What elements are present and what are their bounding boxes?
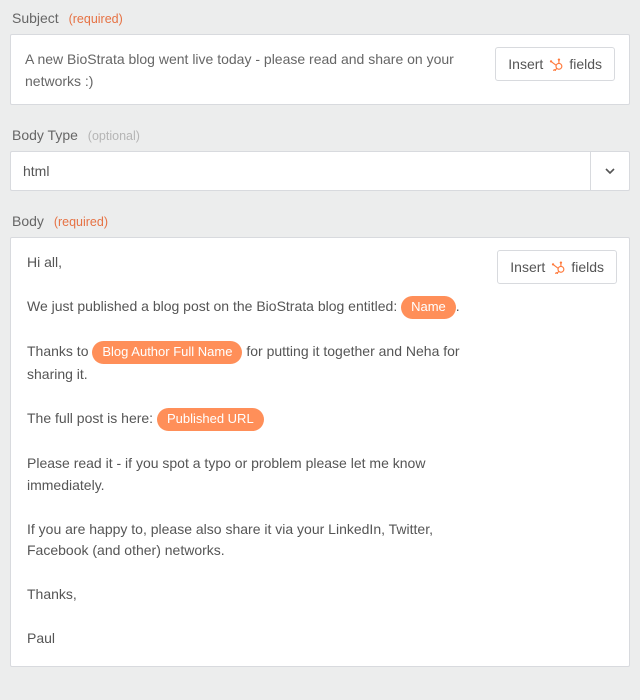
body-editor[interactable]: Insert fields Hi all, We just published … bbox=[10, 237, 630, 667]
insert-prefix: Insert bbox=[510, 259, 545, 275]
body-section: Body (required) Insert fields Hi all, bbox=[10, 213, 630, 667]
body-greeting: Hi all, bbox=[27, 254, 62, 270]
body-text[interactable]: Hi all, We just published a blog post on… bbox=[27, 252, 613, 649]
body-sign: Paul bbox=[27, 630, 55, 646]
insert-fields-button-subject[interactable]: Insert fields bbox=[495, 47, 615, 81]
body-p2-pre: Thanks to bbox=[27, 343, 92, 359]
body-p5: If you are happy to, please also share i… bbox=[27, 521, 433, 559]
bodytype-select[interactable]: html bbox=[10, 151, 630, 191]
bodytype-dropdown-toggle[interactable] bbox=[590, 151, 630, 191]
chevron-down-icon bbox=[605, 168, 615, 174]
token-author-full-name[interactable]: Blog Author Full Name bbox=[92, 341, 242, 364]
bodytype-label: Body Type (optional) bbox=[12, 127, 630, 143]
body-p4: Please read it - if you spot a typo or p… bbox=[27, 455, 425, 493]
body-p3-pre: The full post is here: bbox=[27, 410, 157, 426]
body-label: Body (required) bbox=[12, 213, 630, 229]
bodytype-section: Body Type (optional) html bbox=[10, 127, 630, 191]
subject-box: A new BioStrata blog went live today - p… bbox=[10, 34, 630, 105]
body-p1-post: . bbox=[456, 298, 460, 314]
body-required-hint: (required) bbox=[54, 215, 108, 229]
token-name[interactable]: Name bbox=[401, 296, 456, 319]
insert-prefix: Insert bbox=[508, 56, 543, 72]
insert-fields-button-body[interactable]: Insert fields bbox=[497, 250, 617, 284]
subject-label-text: Subject bbox=[12, 10, 59, 26]
body-label-text: Body bbox=[12, 213, 44, 229]
body-thanks: Thanks, bbox=[27, 586, 77, 602]
subject-required-hint: (required) bbox=[69, 12, 123, 26]
subject-input[interactable]: A new BioStrata blog went live today - p… bbox=[25, 47, 485, 92]
hubspot-icon bbox=[551, 260, 565, 274]
body-p1-pre: We just published a blog post on the Bio… bbox=[27, 298, 401, 314]
bodytype-label-text: Body Type bbox=[12, 127, 78, 143]
insert-suffix: fields bbox=[571, 259, 604, 275]
token-published-url[interactable]: Published URL bbox=[157, 408, 264, 431]
insert-suffix: fields bbox=[569, 56, 602, 72]
bodytype-optional-hint: (optional) bbox=[88, 129, 140, 143]
subject-section: Subject (required) A new BioStrata blog … bbox=[10, 10, 630, 105]
hubspot-icon bbox=[549, 57, 563, 71]
subject-label: Subject (required) bbox=[12, 10, 630, 26]
bodytype-selected-value[interactable]: html bbox=[10, 151, 590, 191]
